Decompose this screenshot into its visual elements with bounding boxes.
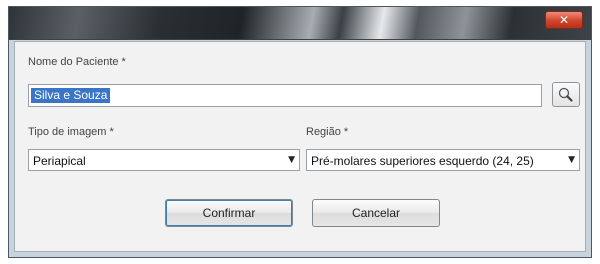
close-button[interactable]: ✕ <box>545 11 583 29</box>
image-type-select[interactable]: Periapical ▼ <box>28 149 300 171</box>
image-type-value: Periapical <box>33 154 86 168</box>
region-select[interactable]: Pré-molares superiores esquerdo (24, 25)… <box>306 149 580 171</box>
search-patient-button[interactable] <box>552 82 580 107</box>
patient-name-label: Nome do Paciente * <box>28 56 126 68</box>
region-label: Região * <box>306 126 349 138</box>
close-icon: ✕ <box>558 13 570 27</box>
chevron-down-icon: ▼ <box>568 155 575 165</box>
magnifier-icon <box>558 87 573 102</box>
confirm-button[interactable]: Confirmar <box>165 199 293 227</box>
region-value: Pré-molares superiores esquerdo (24, 25) <box>311 154 534 168</box>
chevron-down-icon: ▼ <box>288 155 295 165</box>
dialog-window: ✕ Nome do Paciente * Silva e Souza Tipo … <box>8 6 592 258</box>
patient-name-input[interactable]: Silva e Souza <box>28 84 542 107</box>
title-bar[interactable]: ✕ <box>9 7 591 40</box>
cancel-button[interactable]: Cancelar <box>312 199 440 227</box>
patient-name-value: Silva e Souza <box>29 87 112 104</box>
image-type-label: Tipo de imagem * <box>28 126 114 138</box>
dialog-body: Nome do Paciente * Silva e Souza Tipo de… <box>14 41 586 252</box>
